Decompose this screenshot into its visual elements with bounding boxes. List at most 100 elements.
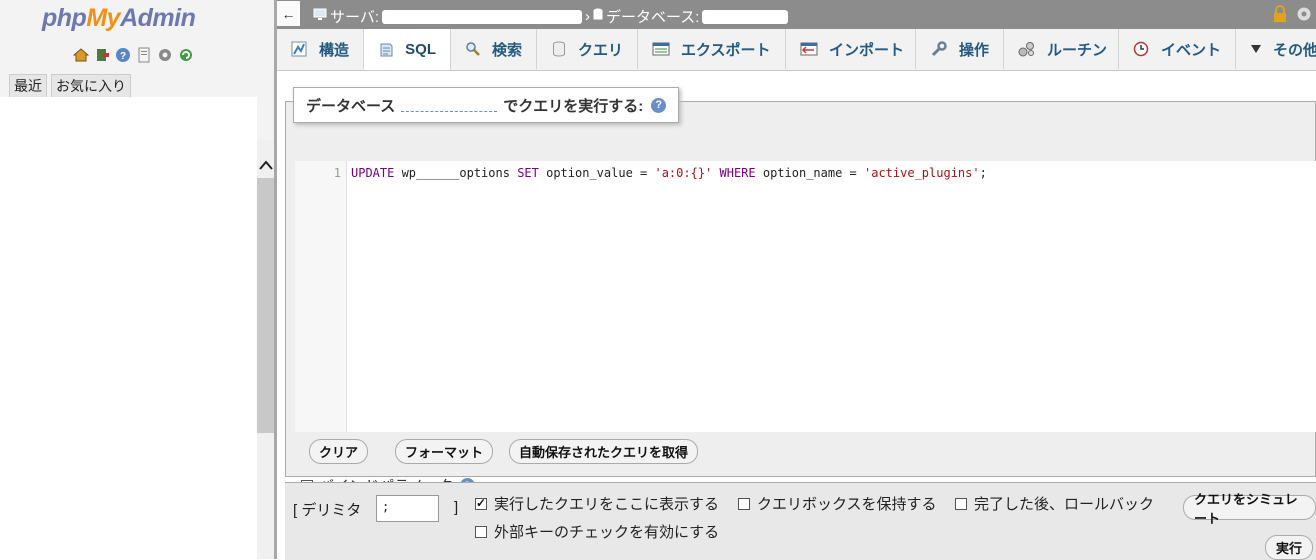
nav-tab-recent[interactable]: 最近: [9, 74, 47, 98]
tab-export[interactable]: エクスポート: [638, 29, 786, 69]
routines-icon: [1018, 40, 1036, 58]
foreign-keys-checkbox[interactable]: [475, 525, 487, 538]
sql-code-line[interactable]: UPDATE wp______options SET option_value …: [351, 166, 987, 180]
breadcrumb-separator-icon: ›: [585, 8, 591, 25]
database-name-redacted: [702, 9, 789, 24]
settings-icon[interactable]: [156, 46, 174, 64]
format-button[interactable]: フォーマット: [395, 439, 494, 464]
chevron-down-icon: [1250, 40, 1262, 58]
tab-structure[interactable]: 構造: [277, 29, 364, 69]
sql-table-name: wp______options: [394, 166, 518, 180]
help-icon[interactable]: ?: [651, 97, 667, 113]
tab-search-label: 検索: [492, 41, 523, 59]
tab-sql[interactable]: SQL: [364, 29, 451, 70]
show-query-option[interactable]: 実行したクエリをここに表示する: [475, 493, 719, 514]
delimiter-close: ]: [454, 499, 459, 516]
get-autosaved-query-button[interactable]: 自動保存されたクエリを取得: [509, 439, 699, 464]
simulate-query-button[interactable]: クエリをシミュレート: [1183, 492, 1316, 526]
database-tabs: 構造 SQL 検索 クエリ エクスポート インポート 操作 ルーチン イベント …: [277, 29, 1316, 71]
tab-import[interactable]: インポート: [786, 29, 916, 69]
svg-text:?: ?: [120, 51, 126, 62]
breadcrumb-path: サーバ: › データベース:: [313, 6, 789, 27]
sql-column: option_name =: [755, 166, 864, 180]
export-icon: [652, 40, 670, 58]
rollback-option[interactable]: 完了した後、ロールバック: [955, 493, 1154, 514]
clear-button[interactable]: クリア: [309, 439, 369, 464]
database-icon: [593, 8, 603, 25]
tab-import-label: インポート: [829, 41, 905, 59]
retain-query-box-label: クエリボックスを保持する: [757, 496, 937, 513]
nav-tab-favorites[interactable]: お気に入り: [51, 74, 131, 98]
tab-routines-label: ルーチン: [1047, 41, 1108, 59]
tab-search[interactable]: 検索: [451, 29, 537, 69]
sql-keyword: WHERE: [712, 166, 756, 180]
tab-more[interactable]: その他: [1236, 29, 1316, 69]
tab-sql-label: SQL: [405, 41, 436, 58]
legend-prefix: データベース: [306, 97, 396, 115]
retain-query-box-option[interactable]: クエリボックスを保持する: [738, 493, 937, 514]
tab-structure-label: 構造: [318, 41, 349, 59]
sql-string: 'a:0:{}': [654, 166, 713, 180]
import-icon: [800, 40, 818, 58]
line-gutter: 1: [295, 161, 347, 432]
tab-operations[interactable]: 操作: [916, 29, 1004, 69]
logo-admin: Admin: [120, 4, 196, 32]
delimiter-label: [ デリミタ: [293, 502, 362, 519]
server-icon: [313, 8, 327, 25]
sql-query-page: データベース でクエリを実行する: ? 1 UPDATE wp______opt…: [285, 71, 1316, 560]
reload-icon[interactable]: [177, 46, 195, 64]
nav-tabs: 最近 お気に入り: [9, 74, 131, 98]
line-number: 1: [333, 166, 341, 180]
show-query-label: 実行したクエリをここに表示する: [494, 496, 720, 513]
sql-icon: [378, 41, 394, 59]
sql-legend: データベース でクエリを実行する: ?: [293, 87, 680, 123]
breadcrumb-server-link[interactable]: サーバ:: [330, 6, 379, 27]
database-name-redacted: [401, 98, 498, 112]
nav-icon-bar: ?: [72, 46, 195, 64]
foreign-keys-option[interactable]: 外部キーのチェックを有効にする: [475, 521, 719, 542]
sql-keyword: SET: [517, 166, 539, 180]
phpmyadmin-logo[interactable]: phpMyAdmin: [42, 4, 196, 33]
show-query-checkbox[interactable]: [475, 496, 487, 510]
help-icon[interactable]: ?: [114, 46, 132, 64]
legend-suffix: でクエリを実行する:: [503, 97, 644, 115]
logo-my: My: [86, 4, 121, 32]
rollback-label: 完了した後、ロールバック: [974, 496, 1155, 513]
server-name-redacted: [382, 9, 583, 24]
query-options: [ デリミタ ; ] 実行したクエリをここに表示する クエリボックスを保持する …: [285, 482, 1316, 560]
tab-routines[interactable]: ルーチン: [1004, 29, 1119, 69]
logout-icon[interactable]: [93, 46, 111, 64]
sql-editor[interactable]: 1 UPDATE wp______options SET option_valu…: [295, 161, 1316, 432]
navigation-panel: phpMyAdmin ? 最近 お気に入り: [0, 0, 274, 559]
tab-operations-label: 操作: [958, 41, 989, 59]
lock-icon[interactable]: [1272, 5, 1288, 27]
events-icon: [1133, 40, 1150, 58]
query-icon: [551, 40, 567, 58]
navigation-tree: [0, 97, 257, 559]
rollback-checkbox[interactable]: [955, 497, 967, 510]
breadcrumb: ← サーバ: › データベース:: [277, 0, 1316, 29]
foreign-keys-label: 外部キーのチェックを有効にする: [494, 524, 720, 541]
logo-php: php: [42, 4, 87, 32]
tab-events[interactable]: イベント: [1119, 29, 1236, 69]
sql-terminator: ;: [979, 166, 987, 180]
panel-splitter[interactable]: [274, 0, 277, 559]
structure-icon: [291, 40, 308, 58]
tab-export-label: エクスポート: [681, 41, 771, 59]
settings-icon[interactable]: [1296, 6, 1312, 26]
docs-icon[interactable]: [135, 46, 153, 64]
collapse-nav-button[interactable]: ←: [277, 1, 300, 26]
go-button[interactable]: 実行: [1265, 535, 1314, 560]
scroll-thumb[interactable]: [257, 178, 274, 433]
tab-events-label: イベント: [1160, 41, 1221, 59]
top-right-icons: [1272, 5, 1312, 27]
tab-query[interactable]: クエリ: [537, 29, 638, 69]
sql-string: 'active_plugins': [864, 166, 980, 180]
home-icon[interactable]: [72, 46, 90, 64]
retain-query-box-checkbox[interactable]: [738, 497, 750, 510]
nav-scrollbar[interactable]: [257, 140, 274, 559]
delimiter-input[interactable]: ;: [376, 495, 439, 522]
breadcrumb-database-link[interactable]: データベース:: [606, 6, 699, 27]
wrench-icon: [930, 40, 948, 58]
scroll-up-icon[interactable]: [257, 154, 274, 176]
